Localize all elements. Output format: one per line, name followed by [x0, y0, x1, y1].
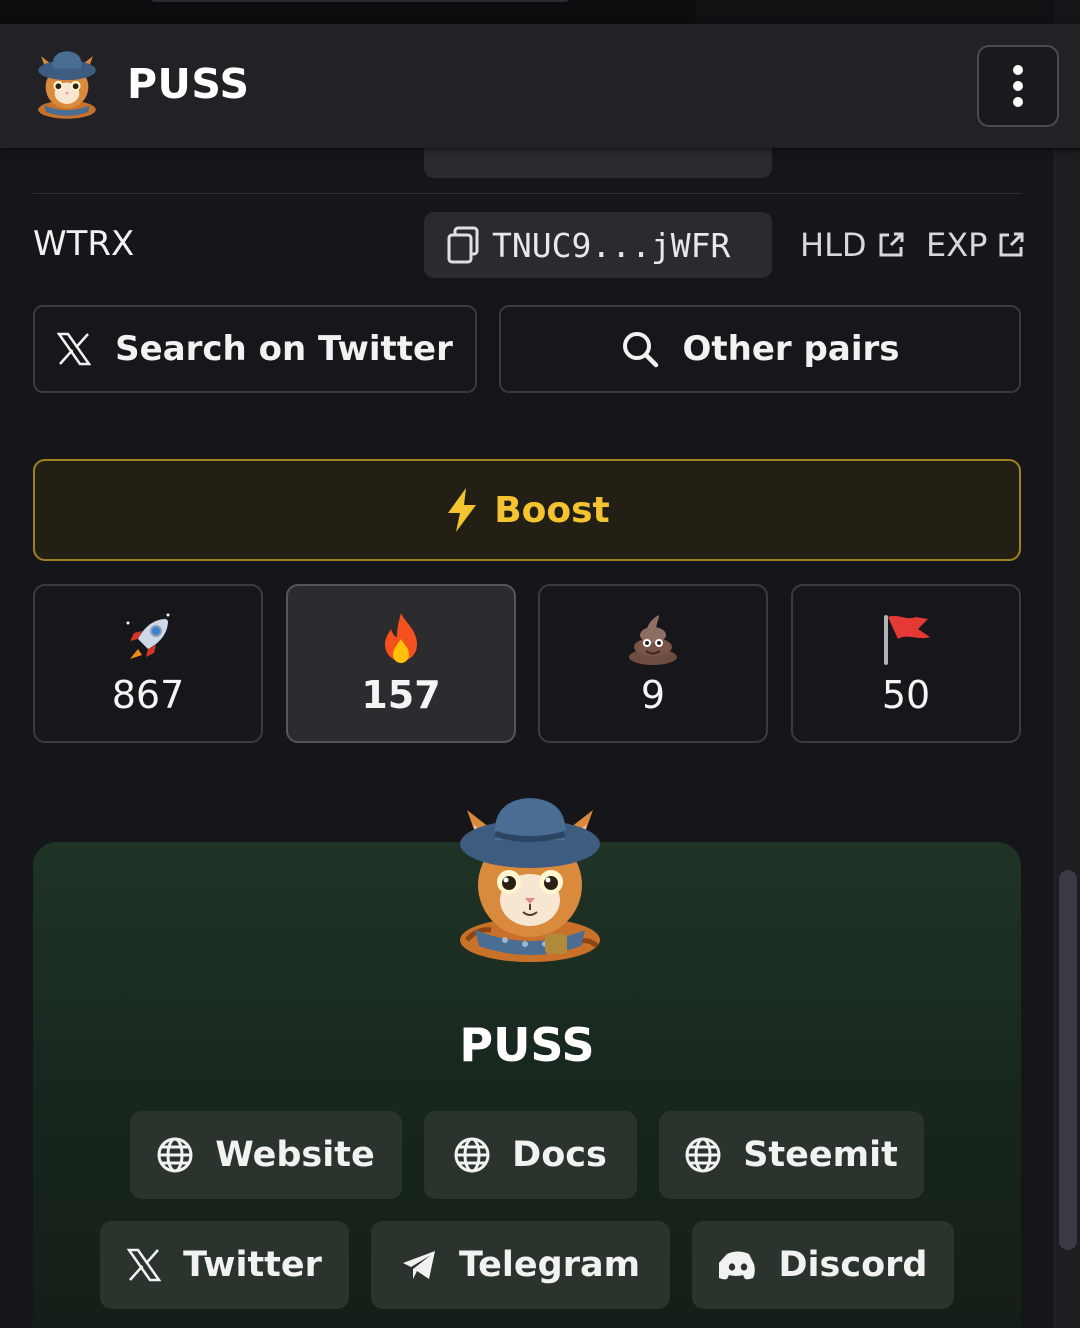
- lightning-bolt-icon: [448, 488, 477, 532]
- app-header: PUSS: [0, 24, 1080, 148]
- website-link-label: Website: [215, 1135, 375, 1175]
- telegram-icon: [402, 1251, 435, 1279]
- copy-address-button[interactable]: TNUC9...jWFR: [424, 212, 772, 278]
- holders-link[interactable]: HLD: [800, 226, 905, 264]
- search-icon: [622, 332, 658, 368]
- twitter-link-button[interactable]: Twitter: [100, 1221, 349, 1309]
- boost-button[interactable]: Boost: [33, 459, 1021, 561]
- twitter-link-label: Twitter: [183, 1245, 322, 1285]
- explorer-link-label: EXP: [926, 226, 988, 264]
- globe-icon: [454, 1137, 490, 1173]
- reaction-count: 9: [640, 672, 666, 717]
- discord-link-label: Discord: [778, 1245, 928, 1285]
- status-bar: [0, 0, 1054, 24]
- reaction-poop[interactable]: 9: [538, 584, 768, 743]
- boost-label: Boost: [494, 489, 610, 531]
- cat-with-hat-logo: [38, 51, 96, 119]
- steemit-link-button[interactable]: Steemit: [659, 1111, 924, 1199]
- x-logo-icon: [57, 332, 92, 366]
- scrollbar-thumb[interactable]: [1059, 870, 1077, 1250]
- telegram-link-button[interactable]: Telegram: [371, 1221, 670, 1309]
- cat-with-hat-logo: [460, 798, 600, 962]
- fire-icon: [385, 612, 417, 663]
- docs-link-label: Docs: [512, 1135, 607, 1175]
- pair-address-row: WTRX TNUC9...jWFR HLD EXP: [33, 212, 1024, 280]
- reaction-count: 50: [881, 672, 931, 717]
- discord-link-button[interactable]: Discord: [692, 1221, 954, 1309]
- more-options-button[interactable]: [977, 45, 1059, 127]
- vertical-dots-icon: [1013, 65, 1023, 75]
- globe-icon: [157, 1137, 193, 1173]
- website-link-button[interactable]: Website: [130, 1111, 402, 1199]
- steemit-link-label: Steemit: [743, 1135, 898, 1175]
- search-twitter-label: Search on Twitter: [115, 329, 453, 369]
- discord-icon: [718, 1251, 755, 1280]
- search-twitter-button[interactable]: Search on Twitter: [33, 305, 477, 393]
- explorer-link[interactable]: EXP: [926, 226, 1025, 264]
- reaction-fire[interactable]: 157: [286, 584, 516, 743]
- reaction-rocket[interactable]: 867: [33, 584, 263, 743]
- copy-icon: [447, 226, 479, 264]
- holders-link-label: HLD: [800, 226, 867, 264]
- globe-icon: [685, 1137, 721, 1173]
- red-flag-icon: [884, 614, 930, 665]
- reaction-red-flag[interactable]: 50: [791, 584, 1021, 743]
- pair-token-label: WTRX: [33, 224, 135, 264]
- token-name: PUSS: [459, 1018, 595, 1072]
- page-title: PUSS: [127, 60, 250, 108]
- x-logo-icon: [127, 1248, 162, 1282]
- pair-address-text: TNUC9...jWFR: [492, 225, 731, 265]
- other-pairs-button[interactable]: Other pairs: [499, 305, 1021, 393]
- reaction-count: 157: [361, 672, 441, 717]
- external-link-icon: [999, 232, 1024, 257]
- poop-icon: [629, 614, 677, 665]
- other-pairs-label: Other pairs: [682, 329, 900, 369]
- rocket-icon: [126, 613, 170, 659]
- docs-link-button[interactable]: Docs: [424, 1111, 637, 1199]
- telegram-link-label: Telegram: [458, 1245, 641, 1285]
- reaction-count: 867: [111, 672, 185, 717]
- external-link-icon: [879, 232, 904, 257]
